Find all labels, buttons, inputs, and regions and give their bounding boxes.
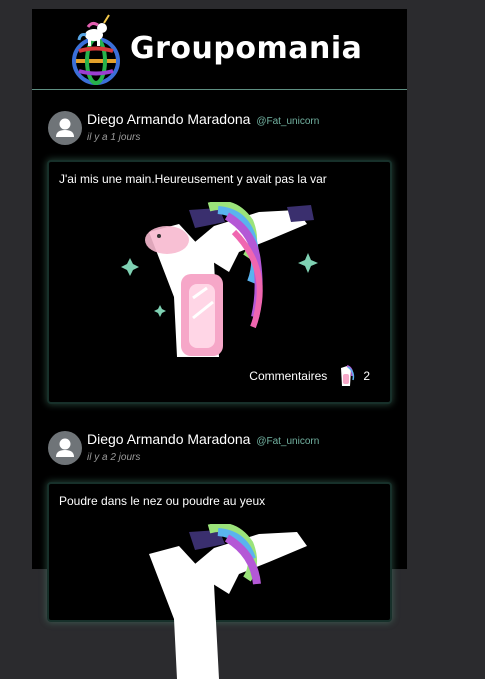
app-container: Groupomania Diego Armando Maradona @Fat_… <box>32 9 407 679</box>
author-line: Diego Armando Maradona @Fat_unicorn <box>87 431 319 447</box>
unicorn-comments-icon <box>341 365 355 386</box>
user-avatar-icon <box>56 118 74 137</box>
post-content-card: J'ai mis une main.Heureusement y avait p… <box>47 160 392 404</box>
comments-label: Commentaires <box>249 369 328 383</box>
post-content-card: Poudre dans le nez ou poudre au yeux <box>47 482 392 679</box>
post-date: il y a 2 jours <box>87 452 141 463</box>
comments-count: 2 <box>363 369 370 383</box>
post-text: Poudre dans le nez ou poudre au yeux <box>59 494 266 508</box>
author-handle[interactable]: @Fat_unicorn <box>256 436 319 447</box>
author-name[interactable]: Diego Armando Maradona <box>87 431 250 447</box>
post-card: Diego Armando Maradona @Fat_unicorn il y… <box>32 108 407 418</box>
avatar[interactable] <box>48 431 82 465</box>
author-handle[interactable]: @Fat_unicorn <box>256 116 319 127</box>
post-card: Diego Armando Maradona @Fat_unicorn il y… <box>32 428 407 679</box>
brand-title: Groupomania <box>130 31 363 66</box>
comments-button[interactable]: Commentaires 2 <box>249 364 370 388</box>
post-date: il y a 1 jours <box>87 132 141 143</box>
dabbing-unicorn-icon[interactable] <box>119 202 319 357</box>
post-header: Diego Armando Maradona @Fat_unicorn il y… <box>32 108 407 152</box>
author-line: Diego Armando Maradona @Fat_unicorn <box>87 111 319 127</box>
post-header: Diego Armando Maradona @Fat_unicorn il y… <box>32 428 407 472</box>
user-avatar-icon <box>56 438 74 457</box>
avatar[interactable] <box>48 111 82 145</box>
header: Groupomania <box>32 9 407 90</box>
author-name[interactable]: Diego Armando Maradona <box>87 111 250 127</box>
post-text: J'ai mis une main.Heureusement y avait p… <box>59 172 327 186</box>
dabbing-unicorn-icon[interactable] <box>119 524 319 679</box>
